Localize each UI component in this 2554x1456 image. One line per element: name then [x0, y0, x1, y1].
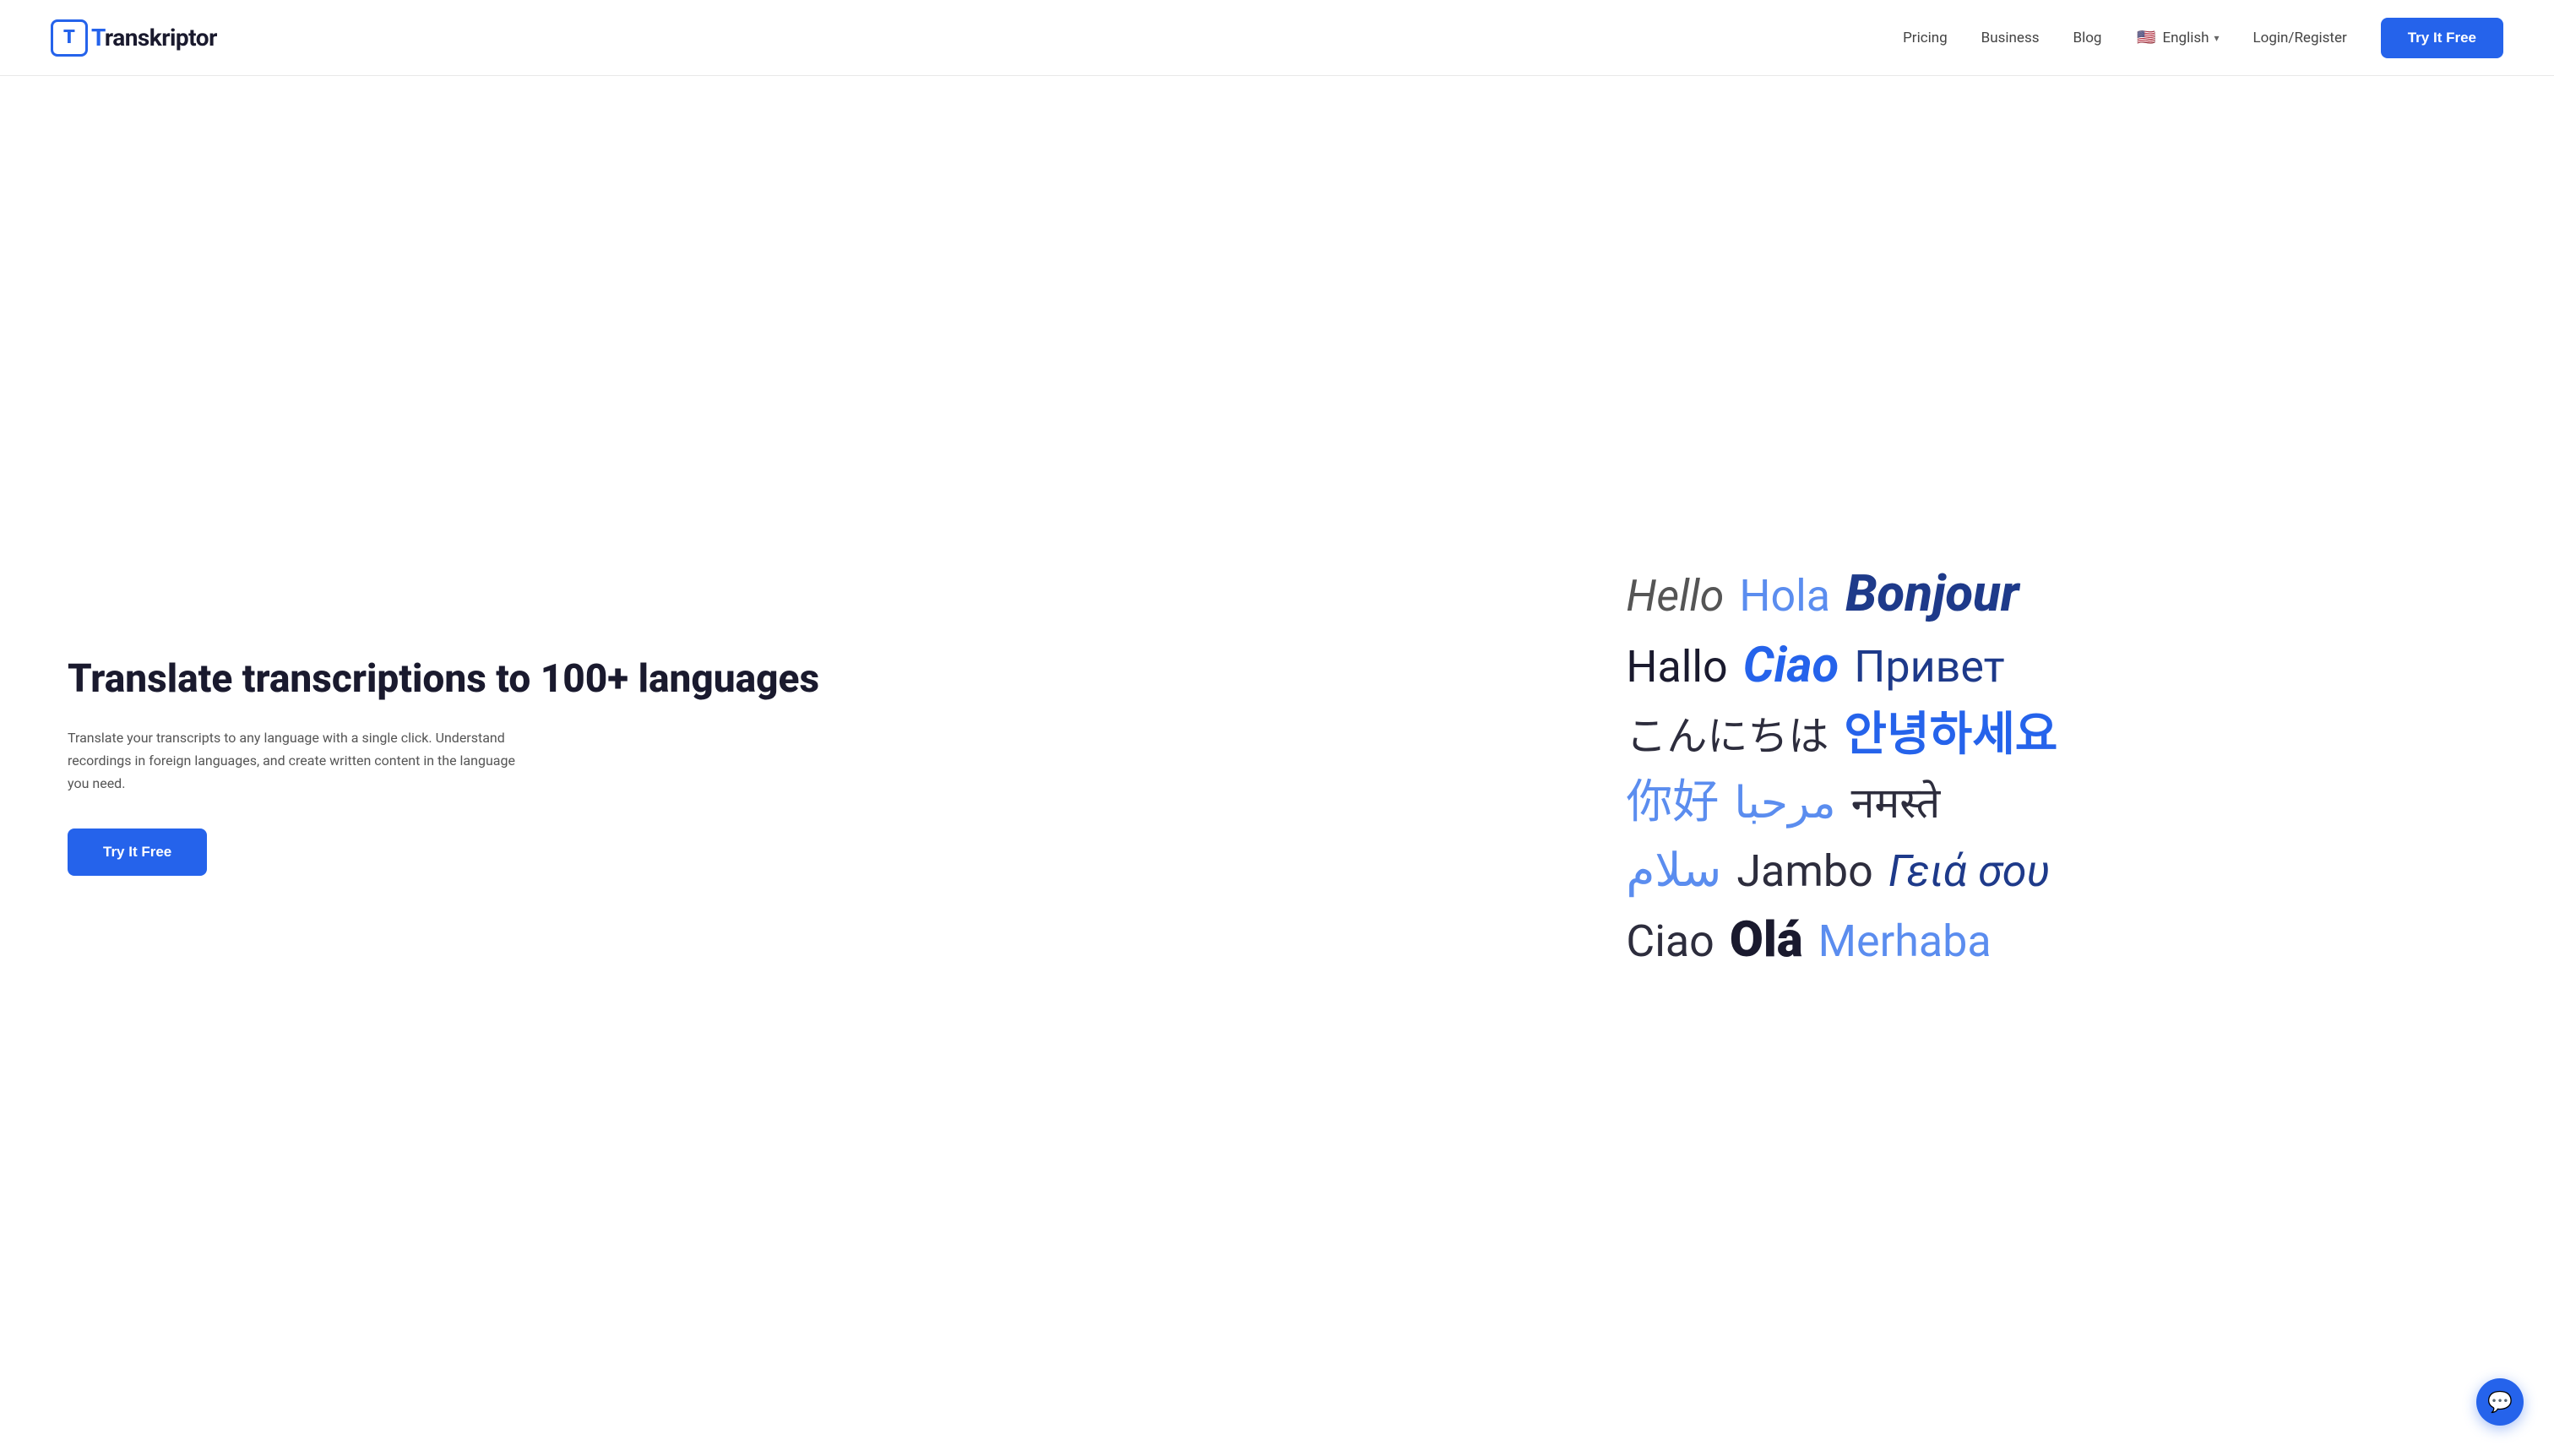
- lang-merhaba: Merhaba: [1818, 912, 1992, 971]
- chat-icon: 💬: [2487, 1390, 2513, 1414]
- nav-business[interactable]: Business: [1981, 30, 2040, 46]
- nav-pricing[interactable]: Pricing: [1903, 30, 1948, 46]
- flag-icon: 🇺🇸: [2135, 27, 2157, 49]
- lang-yia-sou: Γειά σου: [1888, 842, 2050, 901]
- lang-annyeonghaseyo: 안녕하세요: [1844, 704, 2057, 766]
- lang-row-5: سلام Jambo Γειά σου: [1626, 839, 2057, 902]
- lang-row-6: Ciao Olá Merhaba: [1626, 907, 2057, 973]
- lang-ciao-italian: Ciao: [1743, 633, 1839, 698]
- lang-jambo: Jambo: [1736, 842, 1872, 901]
- language-label: English: [2162, 30, 2209, 46]
- lang-marhaba: مرحبا: [1734, 774, 1835, 833]
- nav-links: Pricing Business Blog 🇺🇸 English ▾ Login…: [1903, 18, 2503, 58]
- hero-left: Translate transcriptions to 100+ languag…: [68, 656, 1164, 877]
- logo-letter: T: [63, 27, 75, 48]
- lang-ola: Olá: [1730, 907, 1803, 973]
- logo-rest: ranskriptor: [105, 24, 217, 52]
- nav-blog[interactable]: Blog: [2073, 30, 2102, 46]
- hero-section: Translate transcriptions to 100+ languag…: [0, 76, 2554, 1456]
- lang-hola: Hola: [1739, 567, 1830, 626]
- chevron-down-icon: ▾: [2214, 32, 2219, 44]
- logo[interactable]: T Transkriptor: [51, 19, 217, 57]
- try-it-free-hero-button[interactable]: Try It Free: [68, 829, 207, 876]
- lang-nihao: 你好: [1626, 771, 1719, 834]
- logo-icon: T: [51, 19, 88, 57]
- lang-salam: سلام: [1626, 839, 1721, 902]
- hero-title: Translate transcriptions to 100+ languag…: [68, 656, 1130, 703]
- hero-right: Hello Hola Bonjour Hallo Ciao Привет こんに…: [1164, 559, 2503, 973]
- lang-row-4: 你好 مرحبا नमस्ते: [1626, 771, 2057, 834]
- lang-namaste: नमस्ते: [1851, 776, 1941, 834]
- lang-row-1: Hello Hola Bonjour: [1626, 559, 2057, 627]
- logo-T-letter: T: [91, 24, 105, 52]
- language-cloud: Hello Hola Bonjour Hallo Ciao Привет こんに…: [1626, 559, 2057, 973]
- lang-bonjour: Bonjour: [1845, 559, 2019, 627]
- hero-description: Translate your transcripts to any langua…: [68, 726, 524, 796]
- lang-privet: Привет: [1854, 638, 2004, 697]
- try-it-free-nav-button[interactable]: Try It Free: [2381, 18, 2503, 58]
- lang-hello: Hello: [1626, 567, 1724, 626]
- login-register-link[interactable]: Login/Register: [2253, 30, 2347, 46]
- lang-row-2: Hallo Ciao Привет: [1626, 633, 2057, 698]
- chat-bubble-button[interactable]: 💬: [2476, 1378, 2524, 1426]
- navbar: T Transkriptor Pricing Business Blog 🇺🇸 …: [0, 0, 2554, 76]
- logo-text: Transkriptor: [91, 24, 217, 52]
- lang-row-3: こんにちは 안녕하세요: [1626, 704, 2057, 766]
- lang-hallo: Hallo: [1626, 638, 1727, 697]
- lang-ciao2: Ciao: [1626, 912, 1714, 971]
- language-selector[interactable]: 🇺🇸 English ▾: [2135, 27, 2219, 49]
- lang-konnichiwa: こんにちは: [1626, 709, 1829, 764]
